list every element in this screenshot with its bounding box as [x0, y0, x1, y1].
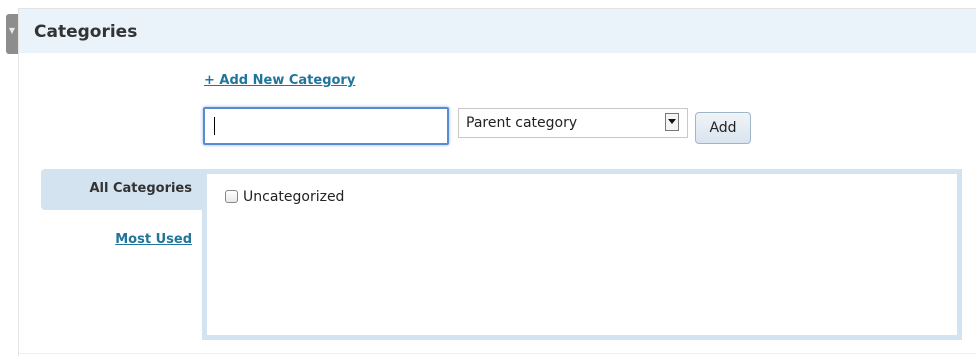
parent-category-selected: Parent category [466, 115, 578, 131]
metabox-left-border [18, 8, 19, 356]
category-checklist: Uncategorized [202, 169, 962, 340]
parent-category-select[interactable]: Parent category [458, 108, 688, 138]
add-new-category-link[interactable]: + Add New Category [204, 73, 355, 88]
new-category-input[interactable] [203, 107, 449, 145]
tab-most-used-label[interactable]: Most Used [115, 232, 192, 247]
tab-all-categories-label: All Categories [89, 181, 192, 196]
tab-all-categories[interactable]: All Categories [41, 169, 202, 210]
add-category-button[interactable]: Add [695, 112, 751, 144]
metabox-title: Categories [34, 22, 138, 42]
collapse-handle[interactable]: ▼ [6, 14, 18, 54]
category-label: Uncategorized [243, 189, 345, 205]
categories-metabox: ▼ Categories + Add New Category Parent c… [0, 0, 976, 356]
dropdown-arrow-icon [665, 113, 679, 131]
metabox-bottom-divider [19, 353, 976, 354]
metabox-header[interactable]: Categories [19, 9, 976, 53]
category-checkbox[interactable] [225, 190, 238, 203]
tab-most-used[interactable]: Most Used [41, 224, 202, 254]
text-caret [214, 117, 215, 135]
collapse-arrow-icon: ▼ [8, 26, 16, 35]
